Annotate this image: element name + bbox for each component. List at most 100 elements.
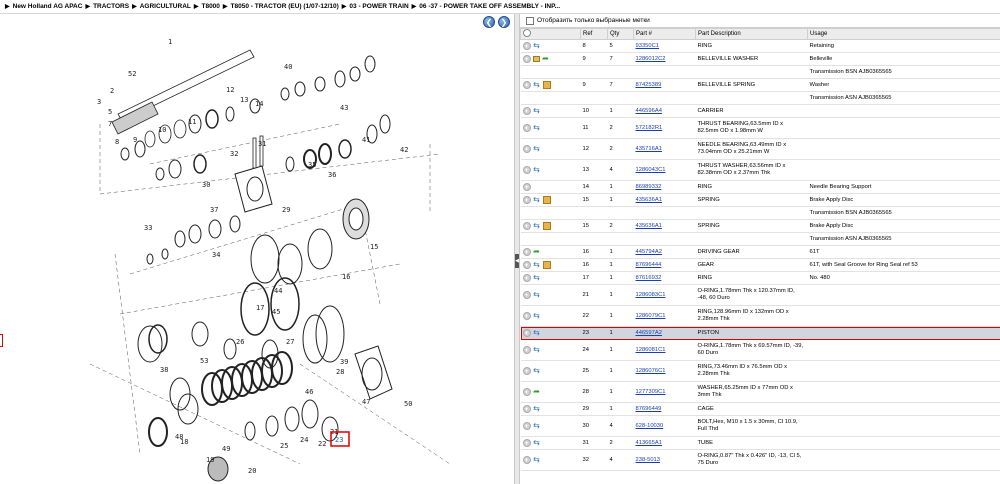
package-icon[interactable] (542, 195, 551, 204)
part-number-link[interactable]: 572182R1 (636, 125, 663, 131)
add-to-cart-icon[interactable]: + (522, 165, 531, 174)
collapse-arrow-icon[interactable]: ◀ (515, 254, 519, 268)
breadcrumb-item[interactable]: New Holland AG APAC (13, 3, 83, 10)
part-number-link[interactable]: 87425389 (636, 82, 662, 88)
replacement-icon[interactable]: ⇆ (533, 106, 541, 115)
add-to-cart-icon[interactable]: + (522, 41, 531, 50)
table-row[interactable]: + ⇆ 11 2 572182R1 THRUST BEARING,63.5mm ID x … (520, 117, 1000, 139)
table-row[interactable]: + ⇆ 24 1 1286081C1 O-RING,1.78mm Thk x 69.57m… (520, 339, 1000, 361)
part-number-link[interactable]: 445794A2 (636, 249, 662, 255)
column-header[interactable]: Usage (807, 28, 1000, 40)
breadcrumb-item[interactable]: 06 -37 - POWER TAKE OFF ASSEMBLY - INP..… (419, 3, 560, 10)
table-row[interactable]: + ⇆ 13 4 1286043C1 THRUST WASHER,63.56mm ID x… (520, 159, 1000, 181)
table-row[interactable]: + ⇆ 31 2 413665A1 TUBE (520, 436, 1000, 450)
part-number-link[interactable]: 87616932 (636, 275, 662, 281)
part-number-link[interactable]: 238-5013 (636, 457, 661, 463)
add-to-cart-icon[interactable]: + (522, 345, 531, 354)
package-icon[interactable] (542, 80, 551, 89)
add-to-cart-icon[interactable]: + (522, 366, 531, 375)
replacement-icon[interactable]: ⇆ (533, 221, 541, 230)
column-header[interactable]: Qty (607, 28, 634, 40)
part-number-link[interactable]: 1286079C1 (636, 313, 666, 319)
part-number-link[interactable]: 435636A1 (636, 223, 662, 229)
part-number-link[interactable]: 1286012C2 (636, 56, 666, 62)
add-to-cart-icon[interactable]: + (522, 195, 531, 204)
replacement-icon[interactable]: ⇆ (533, 195, 541, 204)
part-number-link[interactable]: 435716A1 (636, 146, 662, 152)
add-to-cart-icon[interactable]: + (522, 182, 531, 191)
replacement-icon[interactable]: ⇆ (533, 455, 541, 464)
part-number-link[interactable]: 628-10030 (636, 423, 664, 429)
part-number-link[interactable]: 413665A1 (636, 440, 662, 446)
add-to-cart-icon[interactable]: + (522, 260, 531, 269)
breadcrumb-item[interactable]: T8050 - TRACTOR (EU) (1/07-12/10) (231, 3, 339, 10)
table-row[interactable]: + ⇆ 12 2 435716A1 NEEDLE BEARING,63.49mm ID x… (520, 138, 1000, 160)
table-row[interactable]: + ⇆ 21 1 1286083C1 O-RING,1.78mm Thk x 120.37… (520, 284, 1000, 306)
package-icon[interactable] (542, 221, 551, 230)
exploded-parts-diagram[interactable]: 15223578 910111213 14404142433231302935363… (0, 14, 514, 484)
add-to-cart-icon[interactable]: + (522, 106, 531, 115)
add-to-cart-icon[interactable]: + (522, 438, 531, 447)
replacement-icon[interactable]: ⇆ (533, 41, 541, 50)
replacement-icon[interactable]: ⇆ (533, 328, 541, 337)
table-row[interactable]: + ➦ 28 1 1277309C1 WASHER,65.25mm ID x 77mm O… (520, 381, 1000, 403)
part-number-link[interactable]: 93350C1 (636, 43, 660, 49)
replacement-icon[interactable]: ⇆ (533, 311, 541, 320)
add-to-cart-icon[interactable]: + (522, 247, 531, 256)
replacement-icon[interactable]: ⇆ (533, 345, 541, 354)
part-number-link[interactable]: 87696444 (636, 262, 662, 268)
add-to-cart-icon[interactable]: + (522, 221, 531, 230)
add-to-cart-icon[interactable]: + (522, 80, 531, 89)
replacement-icon[interactable]: ⇆ (533, 80, 541, 89)
part-number-link[interactable]: 1277309C1 (636, 389, 666, 395)
add-to-cart-icon[interactable]: + (522, 273, 531, 282)
replacement-icon[interactable]: ⇆ (533, 421, 541, 430)
part-number-link[interactable]: 446596A4 (636, 108, 662, 114)
table-row[interactable]: + ⇆ 17 1 87616932 RING No. 480 (520, 271, 1000, 285)
replacement-icon[interactable]: ⇆ (533, 144, 541, 153)
options-icon[interactable] (523, 29, 531, 37)
add-to-cart-icon[interactable]: + (522, 123, 531, 132)
column-header-actions[interactable] (520, 28, 581, 40)
table-row[interactable]: + ⇆ 8 5 93350C1 RING Retaining (520, 39, 1000, 53)
replacement-icon[interactable]: ⇆ (533, 404, 541, 413)
column-header[interactable]: Part # (633, 28, 696, 40)
table-row[interactable]: + ⇆ 25 1 1286076C1 RING,73.46mm ID x 76.5mm O… (520, 360, 1000, 382)
superseded-arrow-icon[interactable]: ➦ (542, 54, 550, 63)
table-row[interactable]: + ⇆ 9 7 87425389 BELLEVILLE SPRING Washer (520, 78, 1000, 92)
add-to-cart-icon[interactable]: + (522, 387, 531, 396)
table-row[interactable]: + ⇆ 30 4 628-10030 BOLT,Hex, M10 x 1.5 x 30mm… (520, 415, 1000, 437)
table-row[interactable]: + ⇆ 29 1 87696449 CAGE (520, 402, 1000, 416)
breadcrumb-item[interactable]: 03 - POWER TRAIN (349, 3, 408, 10)
column-header[interactable]: Ref (580, 28, 608, 40)
column-header[interactable]: Part Description (695, 28, 808, 40)
kit-icon[interactable] (532, 55, 540, 62)
table-row[interactable]: + ⇆ 32 4 238-5013 O-RING,0.87" Thk x 0.426" I… (520, 449, 1000, 471)
part-number-link[interactable]: 1286083C1 (636, 292, 666, 298)
breadcrumb-item[interactable]: AGRICULTURAL (140, 3, 191, 10)
package-icon[interactable] (542, 260, 551, 269)
superseded-arrow-icon[interactable]: ➦ (533, 247, 541, 256)
table-row[interactable]: + ⇆ 15 2 435636A1 SPRING Brake Apply Disc (520, 219, 1000, 233)
add-to-cart-icon[interactable]: + (522, 421, 531, 430)
add-to-cart-icon[interactable]: + (522, 54, 531, 63)
superseded-arrow-icon[interactable]: ➦ (533, 387, 541, 396)
part-number-link[interactable]: 1286043C1 (636, 167, 666, 173)
replacement-icon[interactable]: ⇆ (533, 273, 541, 282)
replacement-icon[interactable]: ⇆ (533, 290, 541, 299)
add-to-cart-icon[interactable]: + (522, 328, 531, 337)
breadcrumb-item[interactable]: TRACTORS (93, 3, 129, 10)
add-to-cart-icon[interactable]: + (522, 311, 531, 320)
replacement-icon[interactable]: ⇆ (533, 366, 541, 375)
replacement-icon[interactable]: ⇆ (533, 123, 541, 132)
table-row[interactable]: + ⇆ 15 1 435636A1 SPRING Brake Apply Disc (520, 193, 1000, 207)
part-number-link[interactable]: 1286076C1 (636, 368, 666, 374)
table-row[interactable]: + ⇆ 22 1 1286079C1 RING,128.96mm ID x 132mm O… (520, 305, 1000, 327)
part-number-link[interactable]: 446597A2 (636, 330, 662, 336)
table-row[interactable]: + ⇆ 16 1 87696444 GEAR 61T, with Seal Groove f… (520, 258, 1000, 272)
table-row[interactable]: + ➦ 9 7 1286012C2 BELLEVILLE WASHER Belleville (520, 52, 1000, 66)
replacement-icon[interactable]: ⇆ (533, 165, 541, 174)
table-row[interactable]: + ⇆ 10 1 446596A4 CARRIER (520, 104, 1000, 118)
replacement-icon[interactable]: ⇆ (533, 260, 541, 269)
table-row[interactable]: +14 1 86989332 RING Needle Bearing Support (520, 180, 1000, 194)
